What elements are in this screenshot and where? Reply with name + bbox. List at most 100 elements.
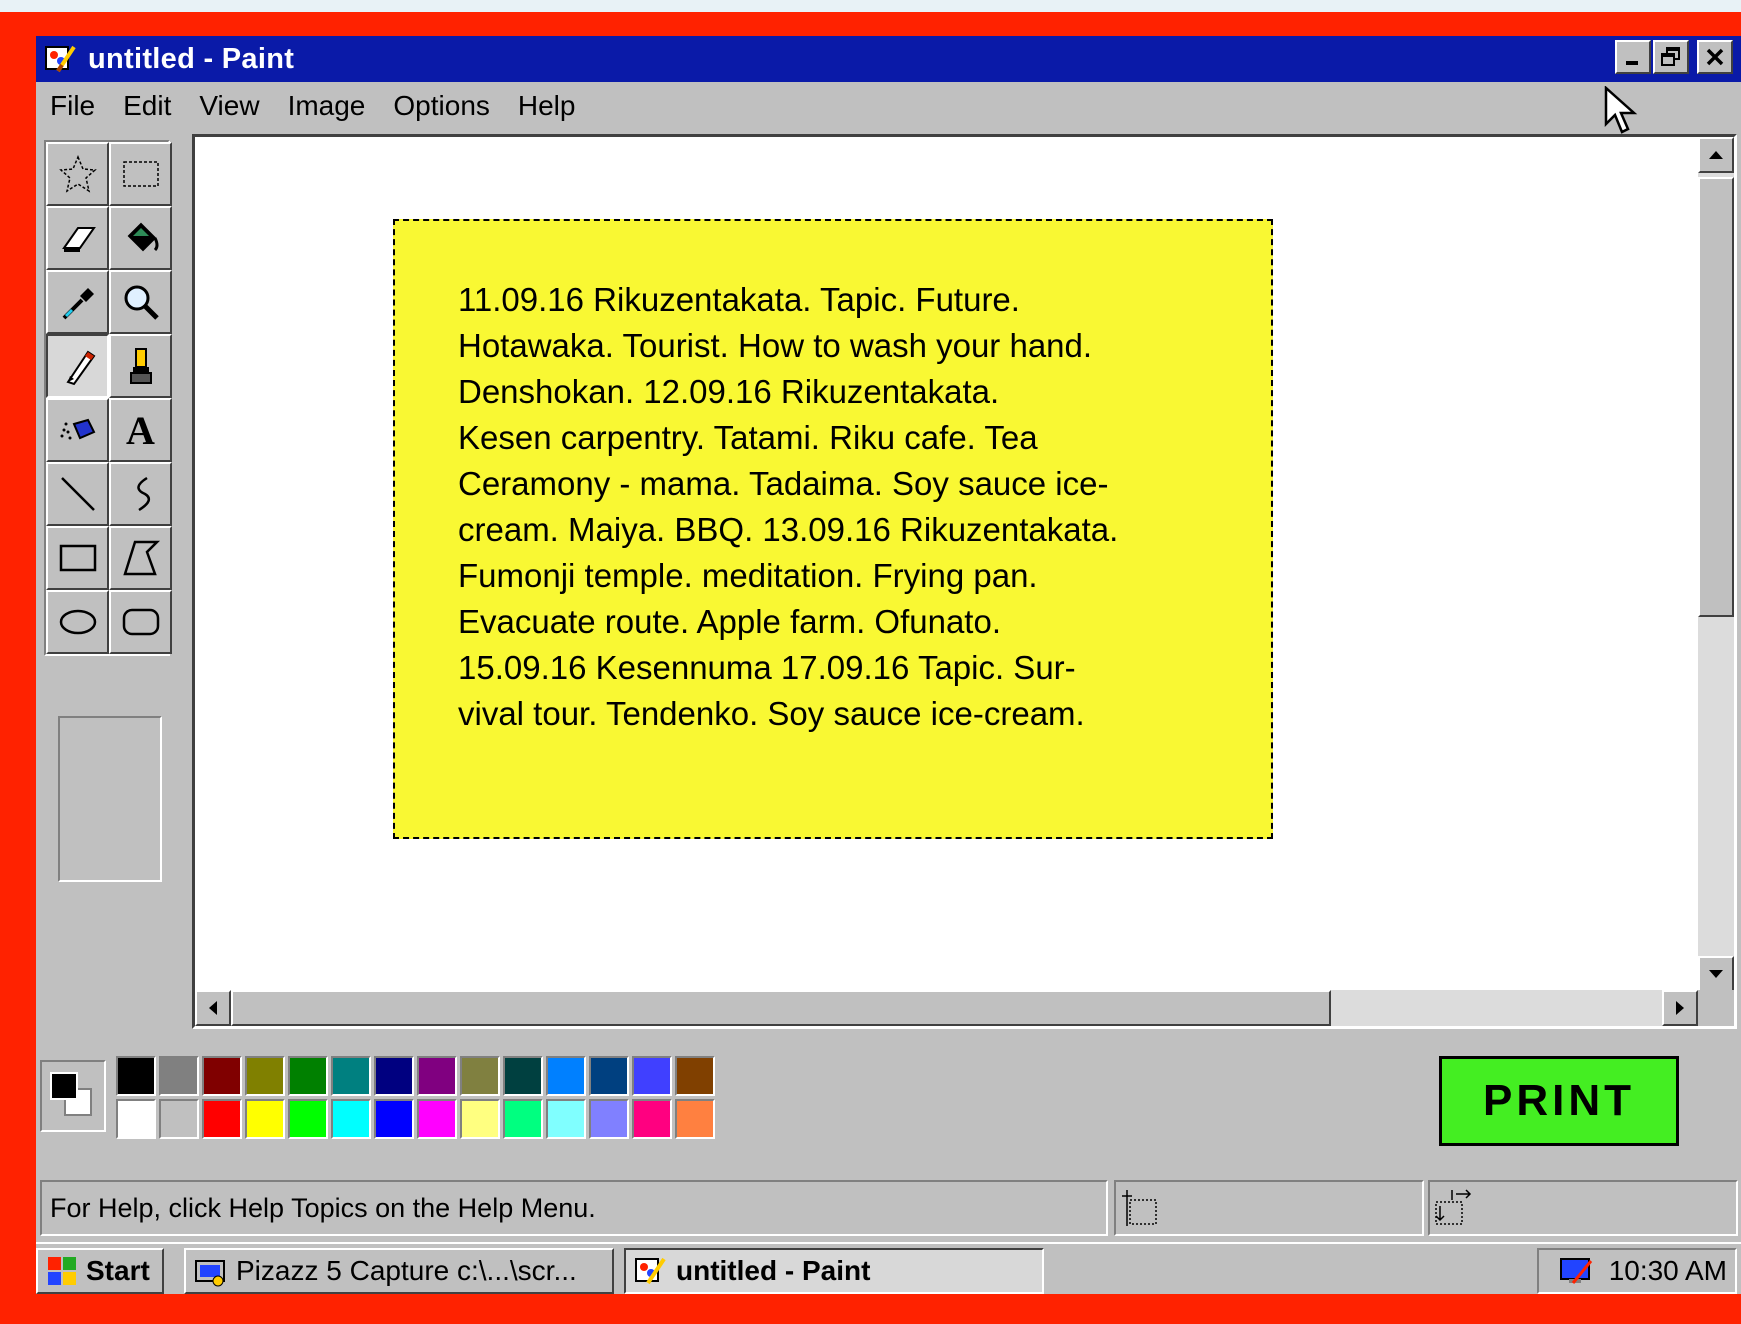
status-bar: For Help, click Help Topics on the Help … — [36, 1170, 1741, 1242]
current-colors[interactable] — [40, 1060, 106, 1132]
canvas-area: 11.09.16 Rikuzentakata. Tapic. Future. H… — [192, 134, 1737, 1029]
color-swatch[interactable] — [245, 1056, 285, 1096]
color-swatch[interactable] — [159, 1099, 199, 1139]
color-swatch[interactable] — [116, 1056, 156, 1096]
rectangle-tool[interactable] — [46, 526, 109, 590]
brush-tool[interactable] — [109, 334, 172, 398]
arrow-right-icon — [1676, 1001, 1684, 1015]
scroll-corner — [1698, 990, 1734, 1026]
task-label: untitled - Paint — [676, 1255, 871, 1286]
color-swatch[interactable] — [589, 1099, 629, 1139]
menu-view[interactable]: View — [199, 90, 259, 122]
eyedropper-icon — [62, 288, 94, 320]
color-swatch[interactable] — [331, 1099, 371, 1139]
text-selection-box[interactable]: 11.09.16 Rikuzentakata. Tapic. Future. H… — [393, 219, 1273, 839]
window-controls — [1615, 40, 1733, 74]
start-label: Start — [86, 1255, 150, 1286]
tool-options-box[interactable] — [58, 716, 162, 882]
menu-image[interactable]: Image — [288, 90, 366, 122]
curve-tool[interactable] — [109, 462, 172, 526]
airbrush-tool[interactable] — [46, 398, 109, 462]
paint-window: untitled - Paint File Edit View Image Op… — [36, 36, 1741, 1294]
color-swatch[interactable] — [632, 1099, 672, 1139]
eraser-tool[interactable] — [46, 206, 109, 270]
color-swatch[interactable] — [503, 1099, 543, 1139]
menu-options[interactable]: Options — [393, 90, 490, 122]
scroll-left-button[interactable] — [195, 990, 231, 1026]
ellipse-icon — [59, 609, 96, 635]
rect-select-tool[interactable] — [109, 142, 172, 206]
color-swatch[interactable] — [460, 1056, 500, 1096]
color-swatch[interactable] — [417, 1056, 457, 1096]
task-pizazz-capture[interactable]: Pizazz 5 Capture c:\...\scr... — [184, 1248, 614, 1294]
rounded-rect-tool[interactable] — [109, 590, 172, 654]
color-swatch[interactable] — [675, 1099, 715, 1139]
arrow-up-icon — [1709, 151, 1723, 159]
vertical-scroll-thumb[interactable] — [1698, 177, 1734, 617]
color-swatch[interactable] — [288, 1056, 328, 1096]
line-icon — [60, 477, 95, 511]
color-swatch[interactable] — [202, 1056, 242, 1096]
polygon-tool[interactable] — [109, 526, 172, 590]
restore-button[interactable] — [1653, 40, 1689, 74]
color-swatch[interactable] — [503, 1056, 543, 1096]
clock[interactable]: 10:30 AM — [1609, 1255, 1727, 1287]
pick-color-tool[interactable] — [46, 270, 109, 334]
arrow-down-icon — [1709, 970, 1723, 978]
color-swatch[interactable] — [202, 1099, 242, 1139]
status-position — [1114, 1180, 1424, 1236]
drawing-canvas[interactable]: 11.09.16 Rikuzentakata. Tapic. Future. H… — [197, 139, 1700, 994]
tool-grid: A — [44, 140, 172, 656]
text-tool[interactable]: A — [109, 398, 172, 462]
color-swatch[interactable] — [589, 1056, 629, 1096]
print-button[interactable]: PRINT — [1439, 1056, 1679, 1146]
curve-icon — [136, 476, 150, 512]
color-swatch[interactable] — [675, 1056, 715, 1096]
color-swatch[interactable] — [632, 1056, 672, 1096]
menu-help[interactable]: Help — [518, 90, 576, 122]
background-strip — [0, 0, 1741, 12]
minimize-icon — [1626, 61, 1638, 65]
ellipse-tool[interactable] — [46, 590, 109, 654]
status-message: For Help, click Help Topics on the Help … — [40, 1180, 1108, 1236]
scroll-up-button[interactable] — [1698, 137, 1734, 173]
close-button[interactable] — [1697, 40, 1733, 74]
polygon-icon — [122, 540, 160, 576]
minimize-button[interactable] — [1615, 40, 1651, 74]
menu-edit[interactable]: Edit — [123, 90, 171, 122]
menu-file[interactable]: File — [50, 90, 95, 122]
line-tool[interactable] — [46, 462, 109, 526]
restore-icon — [1661, 47, 1680, 66]
color-swatches — [116, 1056, 718, 1142]
color-swatch[interactable] — [460, 1099, 500, 1139]
scroll-right-button[interactable] — [1662, 990, 1698, 1026]
fill-tool[interactable] — [109, 206, 172, 270]
start-button[interactable]: Start — [36, 1248, 164, 1294]
paint-app-icon — [635, 1257, 666, 1285]
horizontal-scrollbar[interactable] — [195, 990, 1698, 1026]
color-swatch[interactable] — [288, 1099, 328, 1139]
vertical-scrollbar[interactable] — [1698, 137, 1734, 992]
foreground-color — [50, 1072, 78, 1100]
color-swatch[interactable] — [374, 1056, 414, 1096]
color-swatch[interactable] — [245, 1099, 285, 1139]
task-paint[interactable]: untitled - Paint — [624, 1248, 1044, 1294]
horizontal-scroll-thumb[interactable] — [231, 990, 1331, 1026]
color-swatch[interactable] — [331, 1056, 371, 1096]
magnifier-tool[interactable] — [109, 270, 172, 334]
title-bar[interactable]: untitled - Paint — [36, 36, 1741, 82]
arrow-left-icon — [209, 1001, 217, 1015]
color-swatch[interactable] — [374, 1099, 414, 1139]
color-swatch[interactable] — [417, 1099, 457, 1139]
display-settings-icon[interactable] — [1559, 1255, 1595, 1287]
free-form-select-tool[interactable] — [46, 142, 109, 206]
color-swatch[interactable] — [546, 1056, 586, 1096]
color-swatch[interactable] — [116, 1099, 156, 1139]
pencil-tool[interactable] — [46, 334, 109, 398]
canvas-text[interactable]: 11.09.16 Rikuzentakata. Tapic. Future. H… — [458, 277, 1248, 737]
taskbar: Start Pizazz 5 Capture c:\...\scr... unt… — [36, 1242, 1741, 1294]
color-swatch[interactable] — [159, 1056, 199, 1096]
system-tray: 10:30 AM — [1537, 1248, 1737, 1294]
scroll-down-button[interactable] — [1698, 956, 1734, 992]
color-swatch[interactable] — [546, 1099, 586, 1139]
